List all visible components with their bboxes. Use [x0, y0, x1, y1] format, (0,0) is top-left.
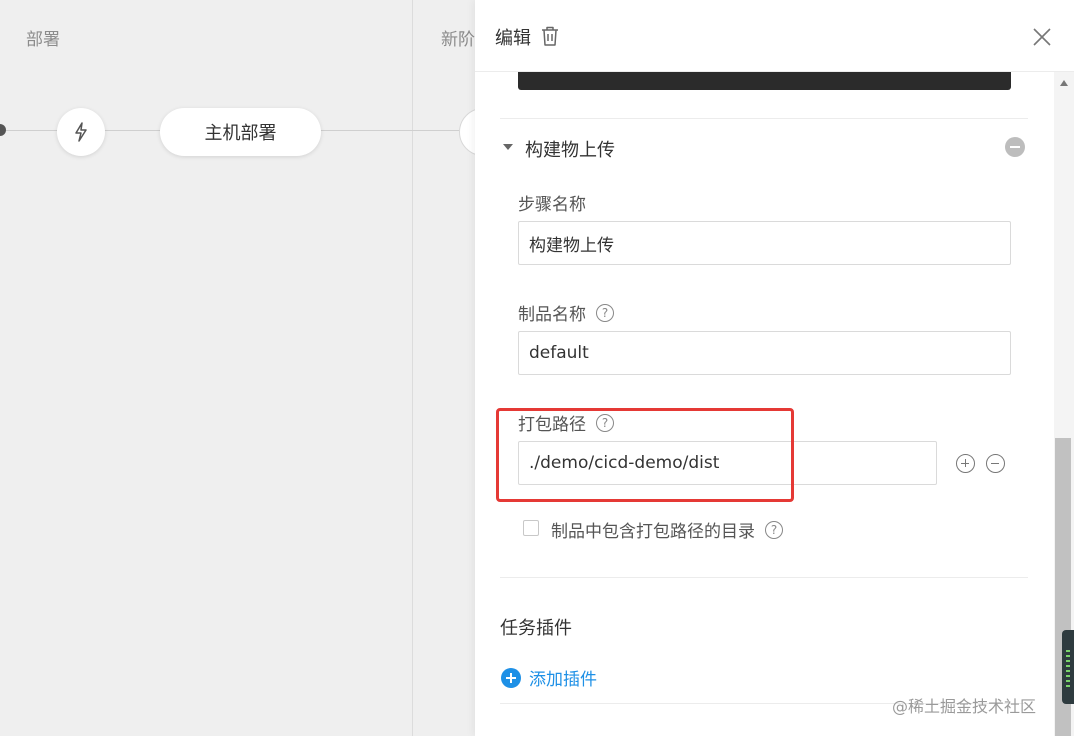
include-dir-label: 制品中包含打包路径的目录 ?: [551, 517, 783, 542]
drawer-title: 编辑: [495, 28, 531, 49]
stage-title-next: 新阶: [441, 30, 475, 50]
connector-line: [105, 130, 160, 131]
drawer-header: 编辑: [475, 0, 1074, 72]
step-name-input[interactable]: [518, 221, 1011, 265]
add-plugin-label: 添加插件: [529, 670, 597, 690]
add-plugin-button[interactable]: 添加插件: [501, 665, 597, 690]
artifact-name-input[interactable]: [518, 331, 1011, 375]
include-dir-checkbox[interactable]: [523, 520, 539, 536]
plus-circle-icon: [501, 667, 521, 688]
pipeline-start-dot: [0, 124, 6, 136]
include-dir-label-text: 制品中包含打包路径的目录: [551, 522, 755, 542]
add-path-button[interactable]: [956, 454, 975, 473]
remove-step-button[interactable]: [1005, 137, 1025, 157]
package-path-label: 打包路径 ?: [518, 410, 614, 435]
artifact-name-label: 制品名称 ?: [518, 300, 614, 325]
connector-line: [0, 130, 57, 131]
caret-down-icon[interactable]: [503, 144, 513, 150]
artifact-name-label-text: 制品名称: [518, 305, 586, 325]
divider: [500, 577, 1028, 578]
trash-icon[interactable]: [540, 25, 560, 47]
divider: [500, 118, 1028, 119]
lightning-icon: [75, 122, 87, 142]
code-editor-preview: [518, 72, 1011, 90]
help-icon[interactable]: ?: [596, 413, 614, 432]
plugins-section-title: 任务插件: [500, 618, 572, 639]
close-icon[interactable]: [1031, 26, 1053, 48]
step-collapse-header[interactable]: 构建物上传: [503, 133, 1033, 163]
side-widget[interactable]: [1062, 630, 1074, 704]
job-node-label: 主机部署: [204, 123, 277, 144]
step-name-label-text: 步骤名称: [518, 195, 586, 215]
trigger-node[interactable]: [57, 108, 105, 156]
connector-line: [321, 130, 459, 131]
stage-title: 部署: [26, 30, 60, 50]
watermark: @稀土掘金技术社区: [892, 697, 1037, 716]
pipeline-canvas: 部署 新阶 主机部署: [0, 0, 507, 736]
package-path-label-text: 打包路径: [518, 415, 586, 435]
help-icon[interactable]: ?: [765, 520, 783, 539]
job-node-host-deploy[interactable]: 主机部署: [160, 108, 321, 156]
edit-drawer: 编辑 构建物上传 步骤名称 制品名称 ? 打包路径 ? 制品中包含打包路径: [475, 0, 1074, 736]
stage-divider: [412, 0, 413, 736]
step-name-label: 步骤名称: [518, 190, 586, 215]
step-title: 构建物上传: [525, 140, 615, 161]
scroll-up-arrow-icon[interactable]: [1060, 80, 1068, 86]
package-path-input[interactable]: [518, 441, 937, 485]
help-icon[interactable]: ?: [596, 303, 614, 322]
remove-path-button[interactable]: [986, 454, 1005, 473]
